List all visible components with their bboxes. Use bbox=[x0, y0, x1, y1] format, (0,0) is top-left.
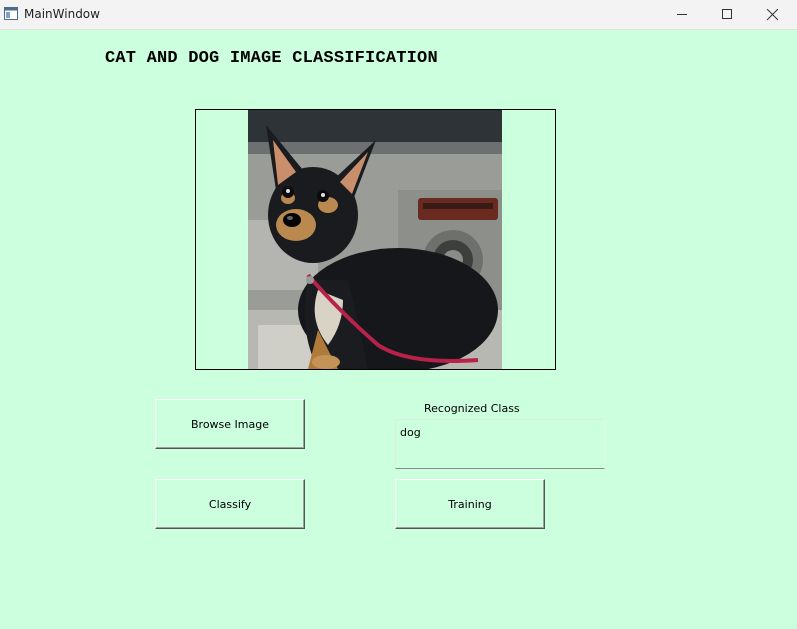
page-heading: CAT AND DOG IMAGE CLASSIFICATION bbox=[105, 49, 438, 68]
image-display-frame bbox=[195, 109, 556, 370]
recognized-class-label: Recognized Class bbox=[424, 402, 520, 415]
maximize-icon bbox=[722, 9, 732, 19]
training-button[interactable]: Training bbox=[395, 479, 545, 529]
loaded-image bbox=[248, 110, 502, 369]
minimize-button[interactable] bbox=[659, 0, 704, 29]
classify-button[interactable]: Classify bbox=[155, 479, 305, 529]
browse-image-button[interactable]: Browse Image bbox=[155, 399, 305, 449]
minimize-icon bbox=[677, 14, 687, 15]
app-window-icon bbox=[4, 7, 18, 20]
close-icon bbox=[766, 9, 778, 21]
close-button[interactable] bbox=[749, 0, 794, 29]
window-title: MainWindow bbox=[24, 7, 100, 21]
title-bar: MainWindow bbox=[0, 0, 797, 30]
maximize-button[interactable] bbox=[704, 0, 749, 29]
recognized-class-output[interactable]: dog bbox=[395, 419, 605, 469]
